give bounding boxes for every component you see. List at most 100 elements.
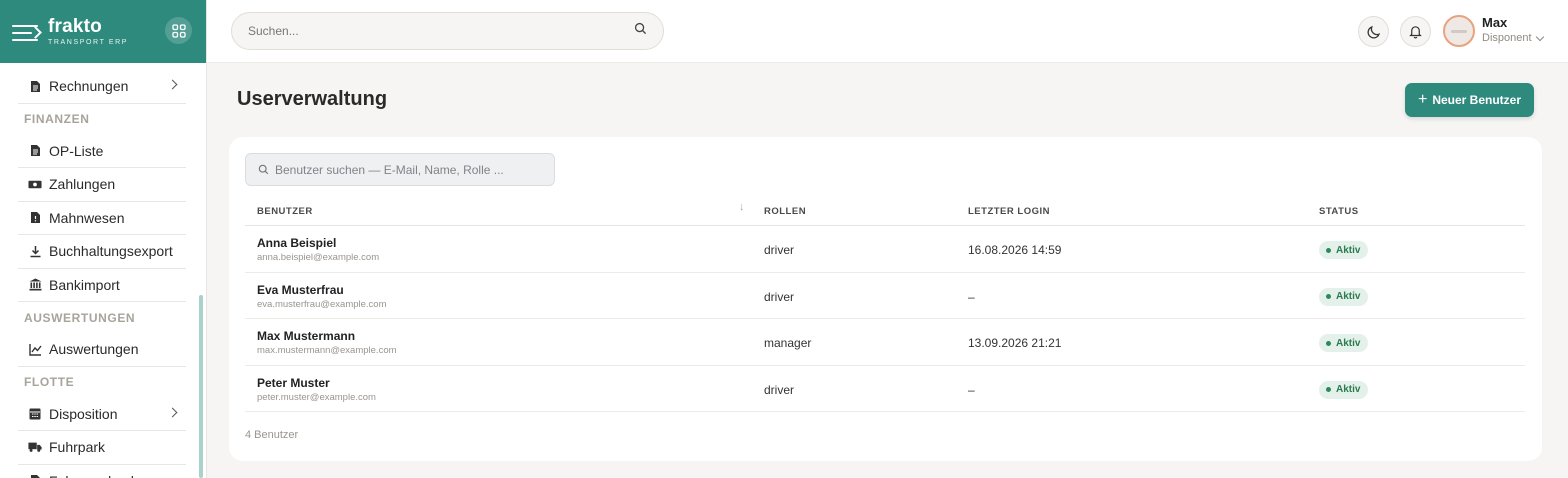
sidebar-item-mahnwesen[interactable]: Mahnwesen: [18, 202, 186, 235]
new-user-button[interactable]: + Neuer Benutzer: [1405, 83, 1534, 117]
logo-name: frakto: [48, 16, 102, 37]
table-row[interactable]: Max Mustermann max.mustermann@example.com…: [245, 319, 1525, 366]
user-email-cell: eva.musterfrau@example.com: [257, 298, 387, 310]
logo[interactable]: frakto TRANSPORT ERP: [48, 17, 128, 46]
user-role: Disponent: [1482, 32, 1532, 44]
file-icon: [28, 144, 42, 158]
user-search: [245, 153, 555, 186]
user-count: 4 Benutzer: [245, 429, 299, 441]
last-login-cell: 13.09.2026 21:21: [968, 336, 1062, 350]
sidebar-item-label: Bankimport: [49, 276, 120, 293]
status-label: Aktiv: [1336, 337, 1361, 349]
sidebar: frakto TRANSPORT ERP Rechnungen FINANZEN O…: [0, 0, 207, 478]
top-bar: Max Disponent: [207, 0, 1568, 63]
column-header-status[interactable]: STATUS: [1319, 206, 1359, 217]
sidebar-scrollbar[interactable]: [199, 295, 203, 478]
sidebar-item-label: Mahnwesen: [49, 209, 125, 226]
last-login-cell: –: [968, 382, 975, 397]
status-dot: [1326, 387, 1331, 392]
user-email-cell: max.mustermann@example.com: [257, 345, 397, 356]
column-header-user[interactable]: BENUTZER: [257, 206, 313, 217]
status-label: Aktiv: [1336, 244, 1361, 256]
sidebar-section-finanzen: FINANZEN: [24, 112, 90, 126]
money-icon: [28, 177, 42, 191]
user-role-cell: manager: [764, 336, 812, 350]
sidebar-item-rechnungen[interactable]: Rechnungen: [18, 70, 186, 104]
sidebar-nav: Rechnungen FINANZEN OP-Liste Zahlungen Mahnw…: [18, 70, 186, 478]
global-search: [231, 12, 664, 50]
status-badge: Aktiv: [1319, 287, 1369, 306]
file-icon: [28, 79, 42, 93]
users-table: BENUTZER ↓ ROLLEN LETZTER LOGIN STATUS A…: [245, 197, 1525, 412]
user-role-cell: driver: [764, 289, 795, 304]
table-header: BENUTZER ↓ ROLLEN LETZTER LOGIN STATUS: [245, 197, 1525, 226]
download-icon: [28, 244, 42, 258]
sidebar-section-auswertungen: AUSWERTUNGEN: [24, 310, 136, 325]
user-search-input[interactable]: [275, 162, 542, 177]
table-row[interactable]: Peter Muster peter.muster@example.com driv…: [245, 366, 1525, 412]
search-icon[interactable]: [634, 22, 647, 40]
status-badge: Aktiv: [1319, 334, 1369, 352]
sidebar-item-bankimport[interactable]: Bankimport: [18, 269, 186, 302]
sidebar-item-fahrzeugbuch[interactable]: Fahrzeugbuch: [18, 465, 186, 478]
status-dot: [1326, 294, 1331, 299]
users-card: BENUTZER ↓ ROLLEN LETZTER LOGIN STATUS A…: [229, 137, 1542, 461]
apps-grid-icon[interactable]: [165, 17, 192, 44]
sidebar-item-label: Fuhrpark: [49, 439, 106, 456]
user-role-cell: driver: [764, 243, 795, 257]
sidebar-item-label: Zahlungen: [49, 176, 116, 193]
chevron-down-icon: [1535, 32, 1544, 41]
last-login-cell: 16.08.2026 14:59: [968, 243, 1062, 257]
sidebar-item-zahlungen[interactable]: Zahlungen: [18, 168, 186, 202]
sort-arrow-icon[interactable]: ↓: [739, 201, 745, 213]
user-menu[interactable]: Disponent: [1482, 32, 1544, 44]
calendar-icon: [28, 407, 42, 421]
sidebar-item-fuhrpark[interactable]: Fuhrpark: [18, 431, 186, 465]
chevron-right-icon: [167, 407, 178, 417]
sidebar-item-label: Fahrzeugbuch: [49, 473, 139, 478]
sidebar-item-buchhaltungsexport[interactable]: Buchhaltungsexport: [18, 235, 186, 269]
sidebar-section-flotte: FLOTTE: [24, 375, 75, 389]
table-row[interactable]: Anna Beispiel anna.beispiel@example.com dr…: [245, 226, 1525, 273]
avatar[interactable]: [1443, 15, 1475, 47]
new-user-label: Neuer Benutzer: [1432, 93, 1522, 107]
status-label: Aktiv: [1336, 291, 1361, 302]
global-search-input[interactable]: [248, 24, 634, 38]
status-badge: Aktiv: [1319, 241, 1369, 259]
sidebar-item-label: Buchhaltungsexport: [49, 243, 173, 260]
user-name[interactable]: Max: [1482, 15, 1507, 30]
user-role-cell: driver: [764, 382, 795, 397]
user-email-cell: anna.beispiel@example.com: [257, 252, 380, 263]
user-email-cell: peter.muster@example.com: [257, 391, 376, 403]
column-header-roles[interactable]: ROLLEN: [764, 206, 806, 217]
user-name-cell: Max Mustermann: [257, 329, 356, 343]
status-dot: [1326, 247, 1331, 253]
status-badge: Aktiv: [1319, 380, 1369, 399]
user-name-cell: Anna Beispiel: [257, 236, 337, 250]
sidebar-item-label: Disposition: [49, 405, 118, 422]
plus-icon: +: [1417, 91, 1428, 108]
file-warning-icon: [28, 211, 42, 225]
user-name-cell: Peter Muster: [257, 375, 330, 390]
file-icon: [28, 474, 42, 478]
sidebar-item-op-liste[interactable]: OP-Liste: [18, 135, 186, 168]
notifications-button[interactable]: [1400, 16, 1431, 47]
table-row[interactable]: Eva Musterfrau eva.musterfrau@example.com…: [245, 273, 1525, 319]
user-name-cell: Eva Musterfrau: [257, 282, 344, 297]
sidebar-item-label: OP-Liste: [49, 142, 104, 159]
sidebar-item-label: Auswertungen: [49, 341, 139, 358]
truck-icon: [28, 440, 42, 454]
column-header-last-login[interactable]: LETZTER LOGIN: [968, 206, 1050, 217]
menu-icon[interactable]: [12, 22, 38, 42]
table-body: Anna Beispiel anna.beispiel@example.com dr…: [245, 226, 1525, 412]
bell-icon: [1409, 26, 1422, 39]
sidebar-item-disposition[interactable]: Disposition: [18, 398, 186, 431]
bank-icon: [28, 278, 42, 292]
status-label: Aktiv: [1336, 384, 1361, 395]
chart-line-icon: [28, 342, 42, 356]
sidebar-item-label: Rechnungen: [49, 78, 129, 95]
moon-icon: [1367, 25, 1380, 38]
brand-header: frakto TRANSPORT ERP: [0, 0, 206, 63]
dark-mode-toggle[interactable]: [1358, 16, 1389, 47]
sidebar-item-auswertungen[interactable]: Auswertungen: [18, 333, 186, 367]
